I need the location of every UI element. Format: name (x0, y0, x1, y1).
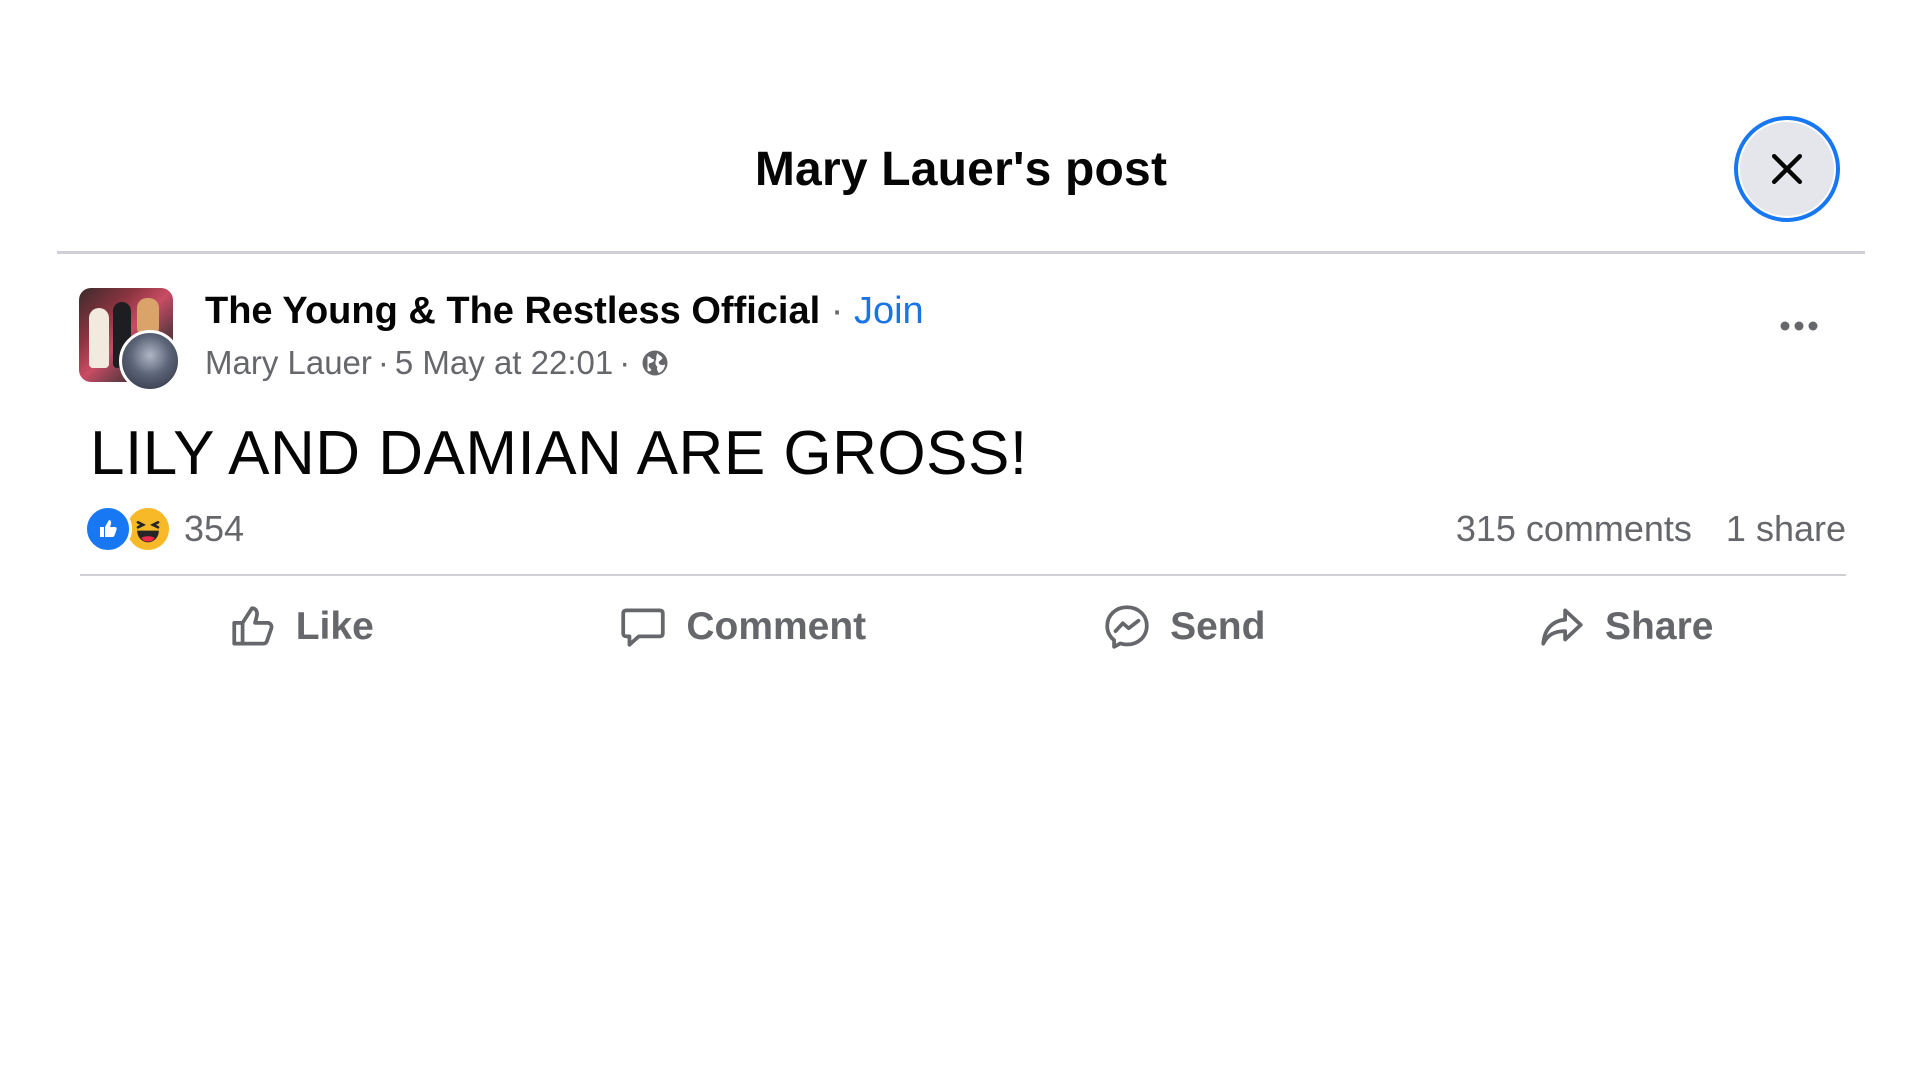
close-button[interactable] (1734, 116, 1840, 222)
post-header: The Young & The Restless Official · Join… (79, 284, 1849, 394)
post-meta: Mary Lauer · 5 May at 22:01 · (205, 344, 670, 382)
divider (80, 574, 1846, 576)
post-text: LILY AND DAMIAN ARE GROSS! (90, 419, 1028, 488)
more-horizontal-icon (1780, 321, 1818, 331)
comments-count-link[interactable]: 315 comments (1456, 508, 1692, 550)
send-button-label: Send (1170, 605, 1266, 648)
group-name-link[interactable]: The Young & The Restless Official (205, 290, 820, 332)
like-button-label: Like (295, 605, 374, 648)
dialog-title: Mary Lauer's post (754, 143, 1168, 196)
author-avatar[interactable] (119, 330, 181, 392)
post-timestamp[interactable]: 5 May at 22:01 (395, 344, 613, 382)
shares-count-link[interactable]: 1 share (1726, 508, 1846, 550)
close-icon (1771, 153, 1803, 185)
share-button-label: Share (1605, 605, 1714, 648)
comment-button[interactable]: Comment (522, 592, 964, 662)
share-button[interactable]: Share (1405, 592, 1847, 662)
post-stats: 354 315 comments 1 share (80, 500, 1846, 560)
separator-dot: · (820, 290, 854, 332)
like-reaction-icon (84, 505, 132, 553)
dialog-header: Mary Lauer's post (57, 110, 1865, 254)
group-avatar-figure (89, 308, 109, 368)
post-dialog: Mary Lauer's post The Young & The Restle… (0, 0, 1920, 1080)
separator-dot: · (377, 344, 389, 381)
thumbs-up-icon (232, 606, 274, 646)
reactions-summary[interactable]: 354 (84, 504, 244, 554)
messenger-icon (1105, 605, 1149, 649)
post-actions: Like Comment Send Share (80, 592, 1846, 662)
reaction-count: 354 (184, 508, 245, 549)
separator-dot: · (619, 344, 631, 381)
author-name-link[interactable]: Mary Lauer (205, 344, 372, 382)
join-link[interactable]: Join (854, 290, 924, 332)
comment-button-label: Comment (686, 605, 867, 648)
send-button[interactable]: Send (963, 592, 1405, 662)
globe-icon (640, 348, 670, 378)
group-name-line: The Young & The Restless Official · Join (205, 290, 924, 333)
like-button[interactable]: Like (80, 592, 522, 662)
engagement-counts: 315 comments 1 share (1456, 508, 1846, 550)
share-arrow-icon (1541, 608, 1583, 646)
comment-bubble-icon (621, 608, 665, 647)
avatar-stack[interactable] (79, 288, 181, 392)
more-options-button[interactable] (1769, 306, 1829, 346)
